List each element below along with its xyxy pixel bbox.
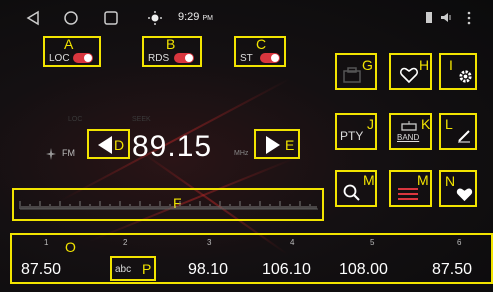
- st-label: ST: [240, 53, 253, 64]
- callout-label: I: [449, 57, 453, 73]
- loc-toggle[interactable]: A LOC: [43, 36, 101, 67]
- clock-ampm: PM: [202, 15, 213, 22]
- band-icon: [401, 121, 417, 131]
- band-button[interactable]: BAND K: [389, 113, 432, 150]
- callout-label: M: [417, 172, 429, 188]
- signal-icon: [46, 148, 56, 160]
- callout-label: D: [114, 137, 125, 153]
- frequency-display: 89.15: [132, 130, 213, 163]
- heart-outline-icon: [399, 67, 419, 84]
- preset-4[interactable]: 4 106.10: [258, 235, 336, 284]
- callout-label: C: [256, 36, 267, 52]
- preset-number: 4: [290, 238, 295, 247]
- edit-button[interactable]: L: [439, 113, 477, 150]
- pty-button[interactable]: PTY J: [335, 113, 377, 150]
- callout-label: K: [421, 116, 431, 132]
- preset-frequency: 87.50: [432, 261, 473, 278]
- st-switch[interactable]: [260, 53, 280, 63]
- battery-icon: [426, 12, 432, 23]
- rds-label: RDS: [148, 53, 170, 64]
- heart-filled-icon: [456, 188, 473, 202]
- gear-icon: [459, 70, 472, 83]
- preset-frequency: 87.50: [21, 261, 62, 278]
- preset-3[interactable]: 3 98.10: [182, 235, 260, 284]
- rds-switch[interactable]: [174, 53, 194, 63]
- preset-number: 6: [457, 238, 462, 247]
- callout-label: P: [142, 261, 152, 277]
- seek-prev-button[interactable]: D: [87, 129, 130, 159]
- rds-toggle[interactable]: B RDS: [142, 36, 202, 67]
- band-button-label: BAND: [397, 133, 420, 142]
- favorite-button[interactable]: H: [389, 53, 432, 90]
- callout-label: B: [166, 36, 176, 52]
- preset-frequency: 108.00: [339, 261, 388, 278]
- preset-2-name: abc P: [110, 256, 156, 281]
- home-icon[interactable]: [64, 11, 78, 25]
- frequency-unit: MHz: [234, 150, 249, 157]
- preset-frequency: 98.10: [188, 261, 229, 278]
- loc-switch[interactable]: [73, 53, 93, 63]
- faded-loc-label: LOC: [68, 116, 83, 123]
- clock-time: 9:29: [178, 11, 200, 23]
- pencil-icon: [458, 130, 470, 143]
- settings-button[interactable]: I: [439, 53, 477, 90]
- band-label: FM: [62, 148, 75, 158]
- seek-next-button[interactable]: E: [254, 129, 300, 159]
- preset-number: 3: [207, 238, 212, 247]
- preset-number: 1: [44, 238, 49, 247]
- callout-label: G: [362, 57, 373, 73]
- loc-label: LOC: [49, 53, 70, 64]
- volume-icon: [441, 13, 451, 22]
- preset-1[interactable]: 1 87.50: [12, 235, 90, 284]
- back-icon[interactable]: [26, 10, 40, 26]
- recent-apps-icon[interactable]: [104, 11, 118, 25]
- clock: 9:29 PM: [178, 11, 213, 23]
- seek-next-icon: [266, 136, 280, 154]
- callout-label: J: [367, 116, 374, 132]
- preset-bar: O 1 87.50 2 abc P 3 98.10 4 106.10 5 108…: [10, 233, 493, 284]
- preset-number: 5: [370, 238, 375, 247]
- seek-prev-icon: [98, 136, 112, 154]
- preset-2[interactable]: 2 abc P: [110, 235, 168, 284]
- favorites-list-button[interactable]: N: [439, 170, 477, 207]
- search-icon: [343, 184, 360, 201]
- faded-seek-label: SEEK: [132, 116, 151, 123]
- preset-5[interactable]: 5 108.00: [332, 235, 410, 284]
- callout-label: H: [419, 57, 430, 73]
- preset-number: 2: [123, 238, 128, 247]
- save-icon: [343, 67, 361, 83]
- preset-6[interactable]: 6 87.50: [417, 235, 493, 284]
- scale-ticks: [19, 201, 318, 210]
- callout-label: E: [285, 137, 295, 153]
- save-button[interactable]: G: [335, 53, 377, 90]
- pty-label: PTY: [340, 129, 364, 143]
- callout-label: A: [64, 36, 74, 52]
- st-toggle[interactable]: C ST: [234, 36, 286, 67]
- list-button[interactable]: M: [389, 170, 432, 207]
- callout-label: N: [445, 173, 456, 189]
- callout-label: M: [363, 172, 375, 188]
- frequency-scale[interactable]: F: [12, 188, 324, 221]
- preset-name: abc: [115, 264, 132, 275]
- brightness-icon[interactable]: [148, 11, 162, 25]
- preset-frequency: 106.10: [262, 261, 311, 278]
- list-icon: [398, 188, 418, 200]
- search-button[interactable]: M: [335, 170, 377, 207]
- more-icon[interactable]: [466, 11, 472, 25]
- callout-label: L: [445, 116, 453, 132]
